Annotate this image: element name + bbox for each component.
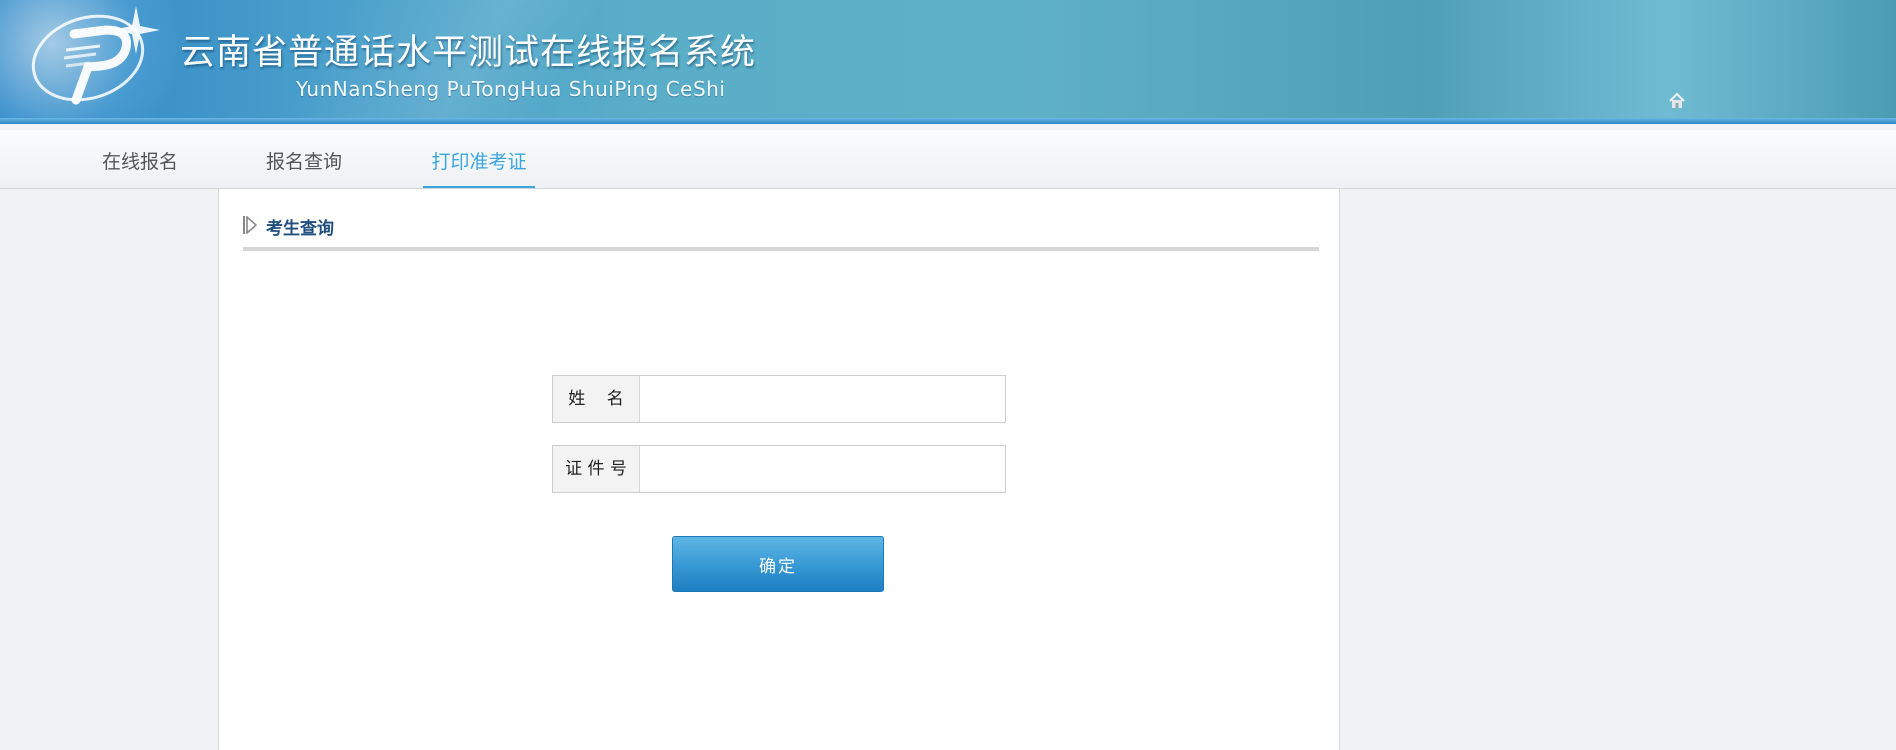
main-nav: 在线报名 报名查询 打印准考证 [0, 130, 1896, 189]
section-divider [243, 247, 1319, 251]
nav-tab-online-registration[interactable]: 在线报名 [96, 130, 184, 187]
home-icon[interactable] [1668, 92, 1686, 110]
site-subtitle: YunNanSheng PuTongHua ShuiPing CeShi [296, 77, 726, 101]
confirm-button[interactable]: 确定 [672, 536, 884, 592]
id-number-label: 证 件 号 [553, 446, 640, 492]
triangle-marker-icon [243, 216, 257, 234]
name-input[interactable] [641, 377, 1001, 419]
nav-tab-print-admission-ticket[interactable]: 打印准考证 [423, 130, 535, 188]
site-title: 云南省普通话水平测试在线报名系统 [180, 33, 757, 73]
section-header: 考生查询 [243, 209, 1319, 243]
section-title: 考生查询 [266, 219, 334, 239]
content-panel: 考生查询 姓 名 证 件 号 确定 [218, 189, 1340, 750]
name-field: 姓 名 [552, 375, 1006, 423]
id-number-input[interactable] [641, 447, 1001, 489]
name-label: 姓 名 [553, 376, 640, 422]
nav-tab-registration-query[interactable]: 报名查询 [263, 130, 345, 187]
header-banner: 云南省普通话水平测试在线报名系统 YunNanSheng PuTongHua S… [0, 0, 1896, 124]
putonghua-logo-icon [31, 6, 160, 105]
id-number-field: 证 件 号 [552, 445, 1006, 493]
